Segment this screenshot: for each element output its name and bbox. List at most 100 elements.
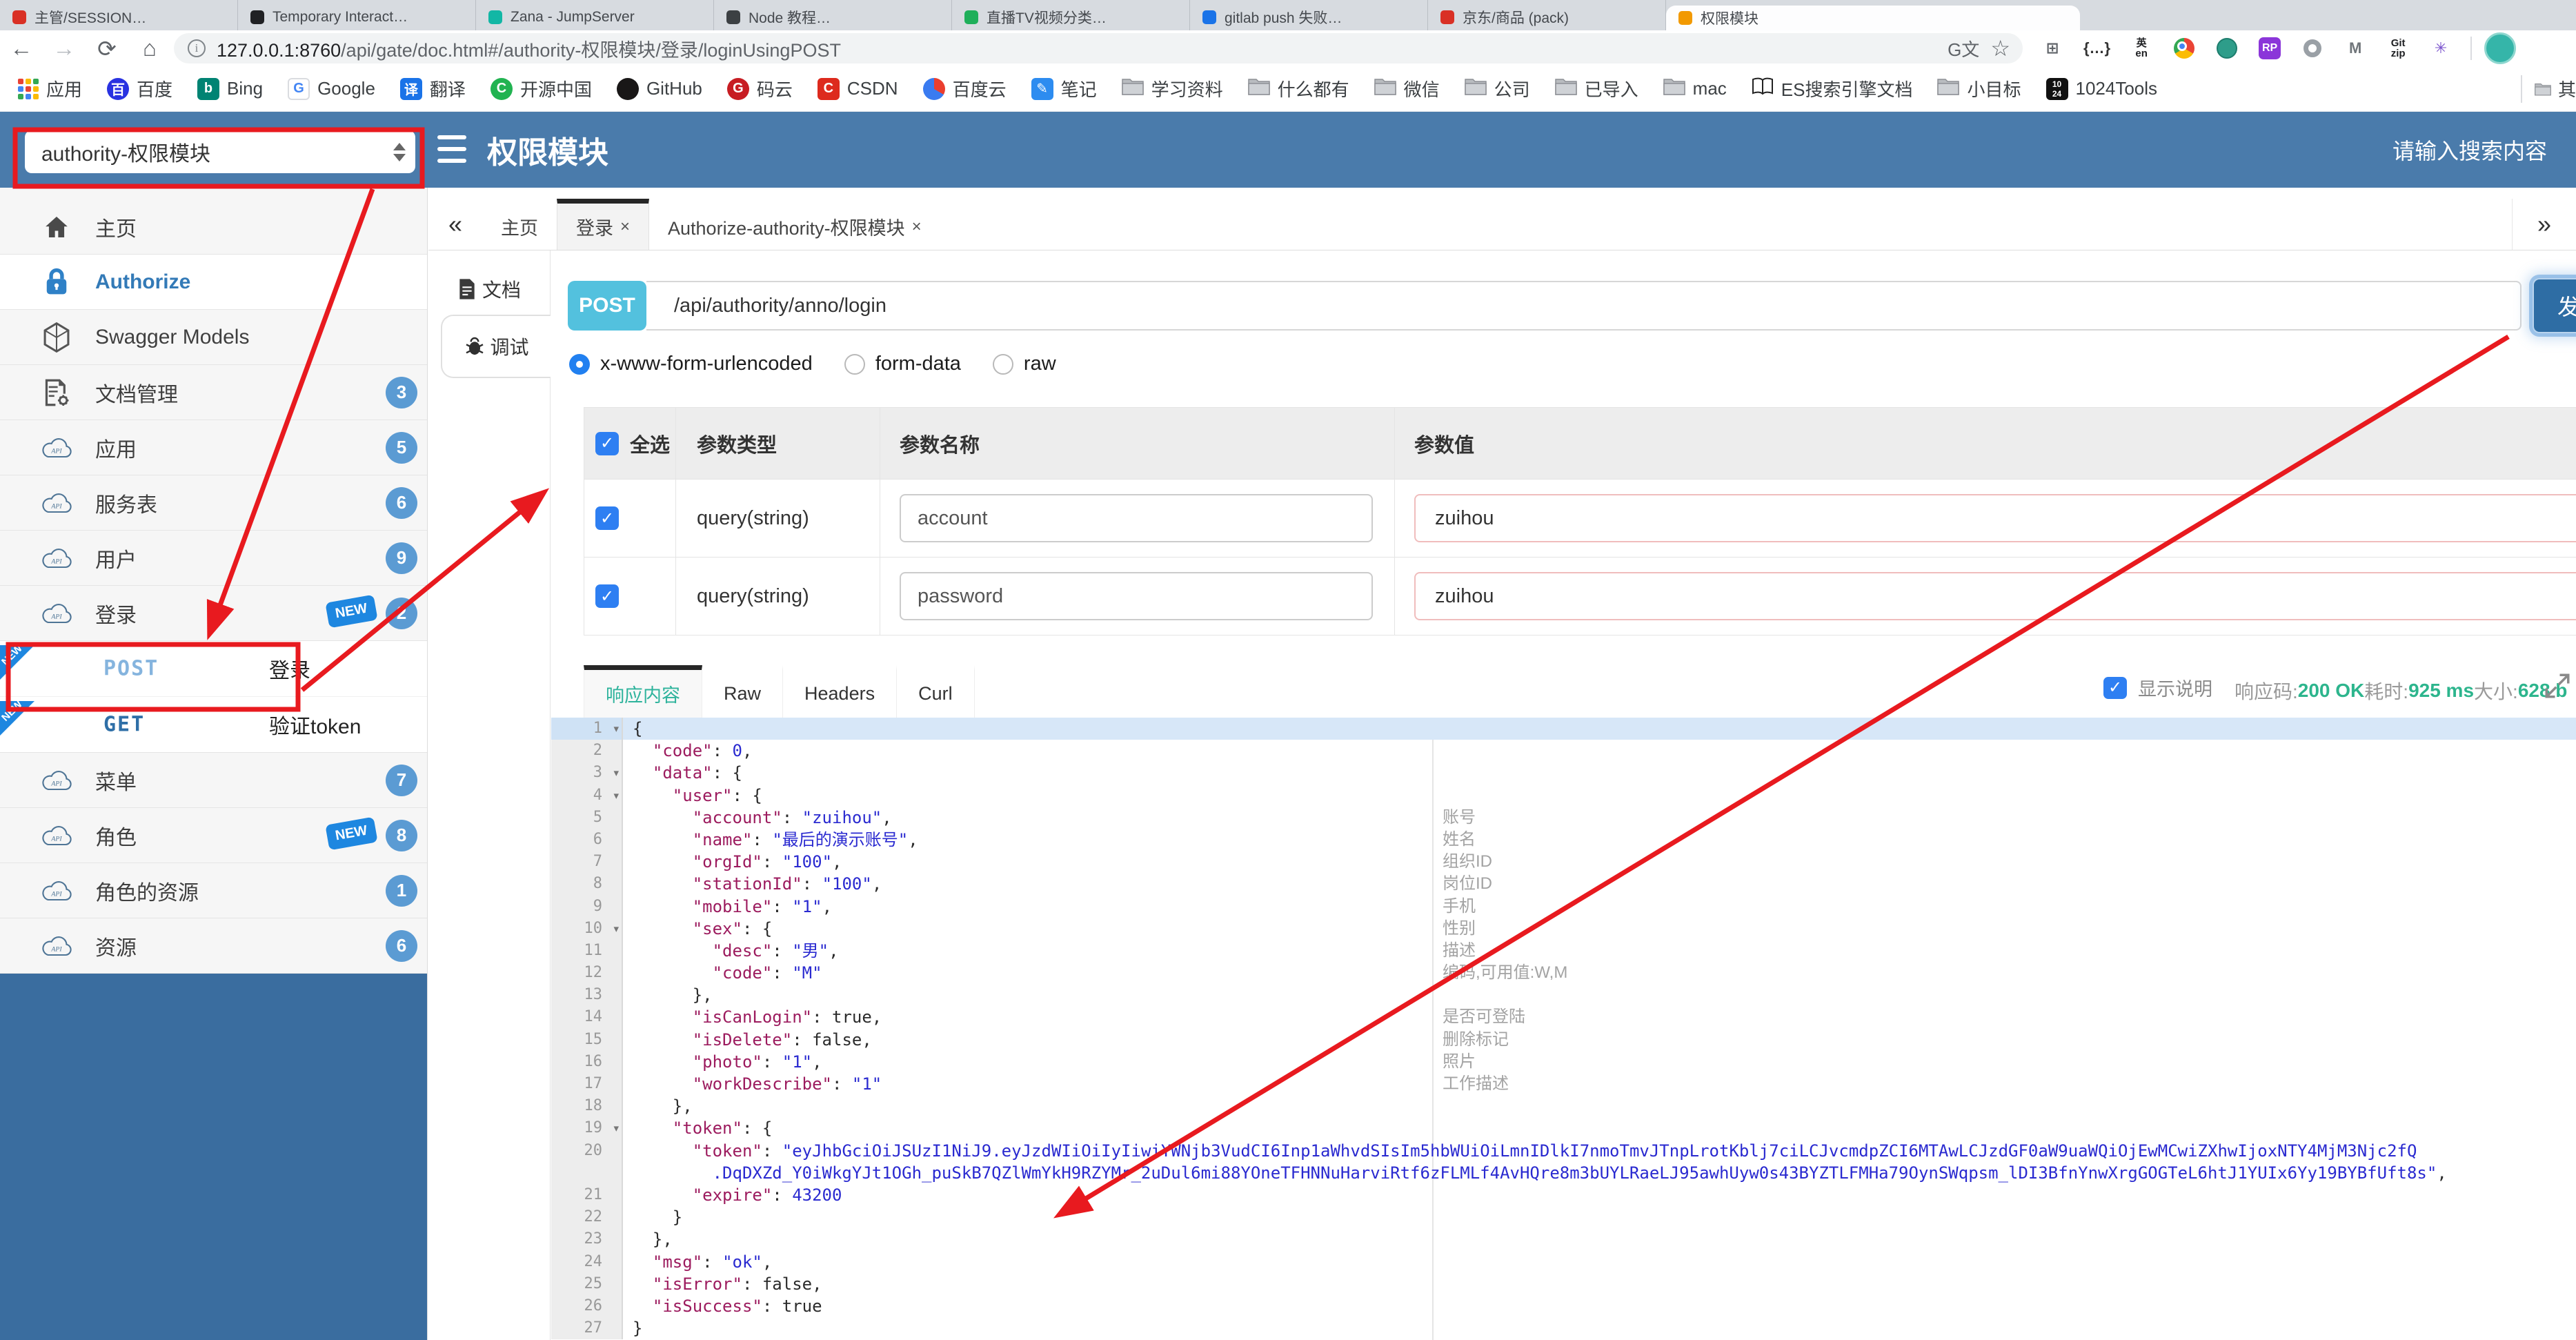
sidebar-item-角色的资源[interactable]: API 角色的资源 1 bbox=[0, 863, 427, 918]
home-icon[interactable]: ⌂ bbox=[128, 35, 171, 61]
browser-tab[interactable]: Node 教程… bbox=[714, 0, 952, 30]
browser-tab[interactable]: 京东/商品 (pack) bbox=[1428, 0, 1666, 30]
bookmarks-overflow[interactable]: 其 bbox=[2522, 76, 2576, 101]
sidebar-item-角色[interactable]: API 角色 NEW 8 bbox=[0, 808, 427, 863]
show-description-toggle[interactable]: ✓ 显示说明 bbox=[2103, 674, 2212, 701]
info-icon[interactable]: i bbox=[188, 39, 206, 57]
browser-tab[interactable]: gitlab push 失败… bbox=[1190, 0, 1428, 30]
bookmark-item[interactable]: 10 24 1024Tools bbox=[2045, 77, 2157, 100]
m-arrow-icon[interactable]: M bbox=[2344, 36, 2367, 61]
browser-tab[interactable]: Zana - JumpServer bbox=[476, 0, 714, 30]
body-type-option-form-data[interactable]: form-data bbox=[844, 353, 961, 375]
request-path-input[interactable]: /api/authority/anno/login bbox=[646, 281, 2521, 331]
sidebar-subitem-登录[interactable]: NEW POST 登录 bbox=[0, 641, 427, 697]
close-icon[interactable]: × bbox=[620, 217, 630, 237]
row-checkbox[interactable]: ✓ bbox=[595, 506, 619, 530]
bookmark-item[interactable]: 百度云 bbox=[922, 76, 1007, 101]
body-type-option-x-www-form-urlencoded[interactable]: x-www-form-urlencoded bbox=[569, 353, 813, 375]
menu-toggle-icon[interactable] bbox=[437, 135, 466, 163]
tabs-collapse-button[interactable]: « bbox=[428, 199, 482, 250]
translate-page-icon[interactable]: G文 bbox=[1948, 36, 1979, 61]
fold-toggle-icon[interactable]: ▾ bbox=[613, 762, 619, 785]
gitzip-icon[interactable]: Git zip bbox=[2386, 36, 2410, 61]
browser-tab[interactable]: 直播TV视频分类… bbox=[952, 0, 1190, 30]
avatar[interactable] bbox=[2484, 32, 2517, 64]
header-search-input[interactable]: 请输入搜索内容 bbox=[2392, 112, 2547, 188]
sidebar-subitem-验证token[interactable]: NEW GET 验证token bbox=[0, 697, 427, 752]
json-formatter-icon[interactable]: {…} bbox=[2083, 36, 2110, 61]
reload-icon[interactable]: ⟳ bbox=[86, 35, 128, 62]
tab-doc[interactable]: 文档 bbox=[428, 268, 550, 310]
apps-grid-icon[interactable]: ⊞ bbox=[2041, 36, 2064, 61]
bookmark-item[interactable]: 什么都有 bbox=[1247, 76, 1349, 101]
send-button[interactable]: 发送 bbox=[2533, 278, 2576, 333]
param-name-input[interactable]: account bbox=[900, 494, 1373, 542]
radio-icon[interactable] bbox=[844, 353, 865, 375]
bookmark-item[interactable]: 已导入 bbox=[1554, 76, 1638, 101]
service-select[interactable]: authority-权限模块 bbox=[25, 130, 415, 173]
body-type-option-raw[interactable]: raw bbox=[992, 353, 1056, 375]
bookmark-item[interactable]: C CSDN bbox=[817, 77, 898, 100]
bookmark-item[interactable]: 小目标 bbox=[1937, 76, 2021, 101]
bookmark-item[interactable]: mac bbox=[1663, 77, 1727, 100]
close-icon[interactable]: × bbox=[912, 217, 922, 237]
response-tab-Headers[interactable]: Headers bbox=[783, 665, 898, 718]
fold-toggle-icon[interactable]: ▾ bbox=[613, 1118, 619, 1140]
url-bar[interactable]: i 127.0.0.1:8760/api/gate/doc.html#/auth… bbox=[174, 33, 2023, 63]
checkbox-icon[interactable]: ✓ bbox=[2103, 676, 2127, 699]
row-checkbox[interactable]: ✓ bbox=[595, 584, 619, 608]
fold-toggle-icon[interactable]: ▾ bbox=[613, 918, 619, 940]
sidebar-item-Authorize[interactable]: Authorize bbox=[0, 255, 427, 310]
translate-plugin-icon[interactable]: 英 en bbox=[2130, 36, 2153, 61]
fold-toggle-icon[interactable]: ▾ bbox=[613, 718, 619, 740]
bookmark-item[interactable]: 微信 bbox=[1374, 76, 1440, 101]
radio-icon[interactable] bbox=[992, 353, 1013, 375]
bookmark-item[interactable]: 百百度 bbox=[107, 76, 172, 101]
bookmark-item[interactable]: G 码云 bbox=[726, 76, 793, 101]
ring-icon[interactable] bbox=[2301, 36, 2324, 61]
sidebar-item-文档管理[interactable]: 文档管理 3 bbox=[0, 365, 427, 420]
response-tab-Curl[interactable]: Curl bbox=[897, 665, 975, 718]
response-tab-响应内容[interactable]: 响应内容 bbox=[584, 665, 702, 718]
radio-icon[interactable] bbox=[569, 353, 590, 375]
bookmark-item[interactable]: 公司 bbox=[1464, 76, 1530, 101]
axure-rp-icon[interactable]: RP bbox=[2258, 36, 2281, 61]
bookmark-star-icon[interactable]: ☆ bbox=[1990, 35, 2010, 61]
globe-icon[interactable] bbox=[2215, 36, 2239, 61]
param-value-input[interactable]: zuihou bbox=[1414, 494, 2576, 542]
param-value-input[interactable]: zuihou bbox=[1414, 572, 2576, 620]
forward-icon[interactable]: → bbox=[43, 35, 86, 61]
sidebar-item-登录[interactable]: API 登录 NEW 2 bbox=[0, 586, 427, 641]
bookmark-item[interactable]: ES搜索引擎文档 bbox=[1752, 76, 1912, 101]
sidebar-item-主页[interactable]: 主页 bbox=[0, 199, 427, 255]
sidebar-item-服务表[interactable]: API 服务表 6 bbox=[0, 475, 427, 531]
doc-tab-登录[interactable]: 登录 × bbox=[557, 199, 650, 250]
bookmark-item[interactable]: 应用 bbox=[18, 76, 82, 101]
tabs-expand-button[interactable]: » bbox=[2512, 199, 2576, 250]
bookmark-item[interactable]: 学习资料 bbox=[1121, 76, 1223, 101]
sidebar-item-Swagger Models[interactable]: Swagger Models bbox=[0, 310, 427, 365]
back-icon[interactable]: ← bbox=[0, 35, 43, 61]
response-tab-Raw[interactable]: Raw bbox=[702, 665, 784, 718]
asterisk-icon[interactable]: ✳ bbox=[2429, 36, 2453, 61]
fullscreen-icon[interactable] bbox=[2543, 671, 2572, 700]
browser-tab[interactable]: Temporary Interact… bbox=[238, 0, 476, 30]
bookmark-item[interactable]: b Bing bbox=[197, 77, 263, 100]
sidebar-item-应用[interactable]: API 应用 5 bbox=[0, 420, 427, 475]
browser-tab[interactable]: 权限模块 bbox=[1666, 6, 2080, 30]
sidebar-item-菜单[interactable]: API 菜单 7 bbox=[0, 753, 427, 808]
browser-tab[interactable]: 主管/SESSION… bbox=[0, 0, 238, 30]
sidebar-item-资源[interactable]: API 资源 6 bbox=[0, 918, 427, 974]
doc-tab-Authorize-authority-权限模块[interactable]: Authorize-authority-权限模块 × bbox=[649, 199, 940, 250]
param-name-input[interactable]: password bbox=[900, 572, 1373, 620]
bookmark-item[interactable]: G Google bbox=[288, 77, 375, 100]
chrome-icon[interactable] bbox=[2172, 36, 2196, 61]
bookmark-item[interactable]: GitHub bbox=[616, 77, 702, 100]
select-all-checkbox[interactable]: ✓ bbox=[595, 431, 619, 455]
doc-tab-主页[interactable]: 主页 bbox=[482, 199, 557, 250]
bookmark-item[interactable]: 译翻译 bbox=[399, 76, 466, 101]
bookmark-item[interactable]: C 开源中国 bbox=[490, 76, 592, 101]
sidebar-item-用户[interactable]: API 用户 9 bbox=[0, 531, 427, 586]
fold-toggle-icon[interactable]: ▾ bbox=[613, 785, 619, 807]
bookmark-item[interactable]: ✎ 笔记 bbox=[1031, 76, 1097, 101]
